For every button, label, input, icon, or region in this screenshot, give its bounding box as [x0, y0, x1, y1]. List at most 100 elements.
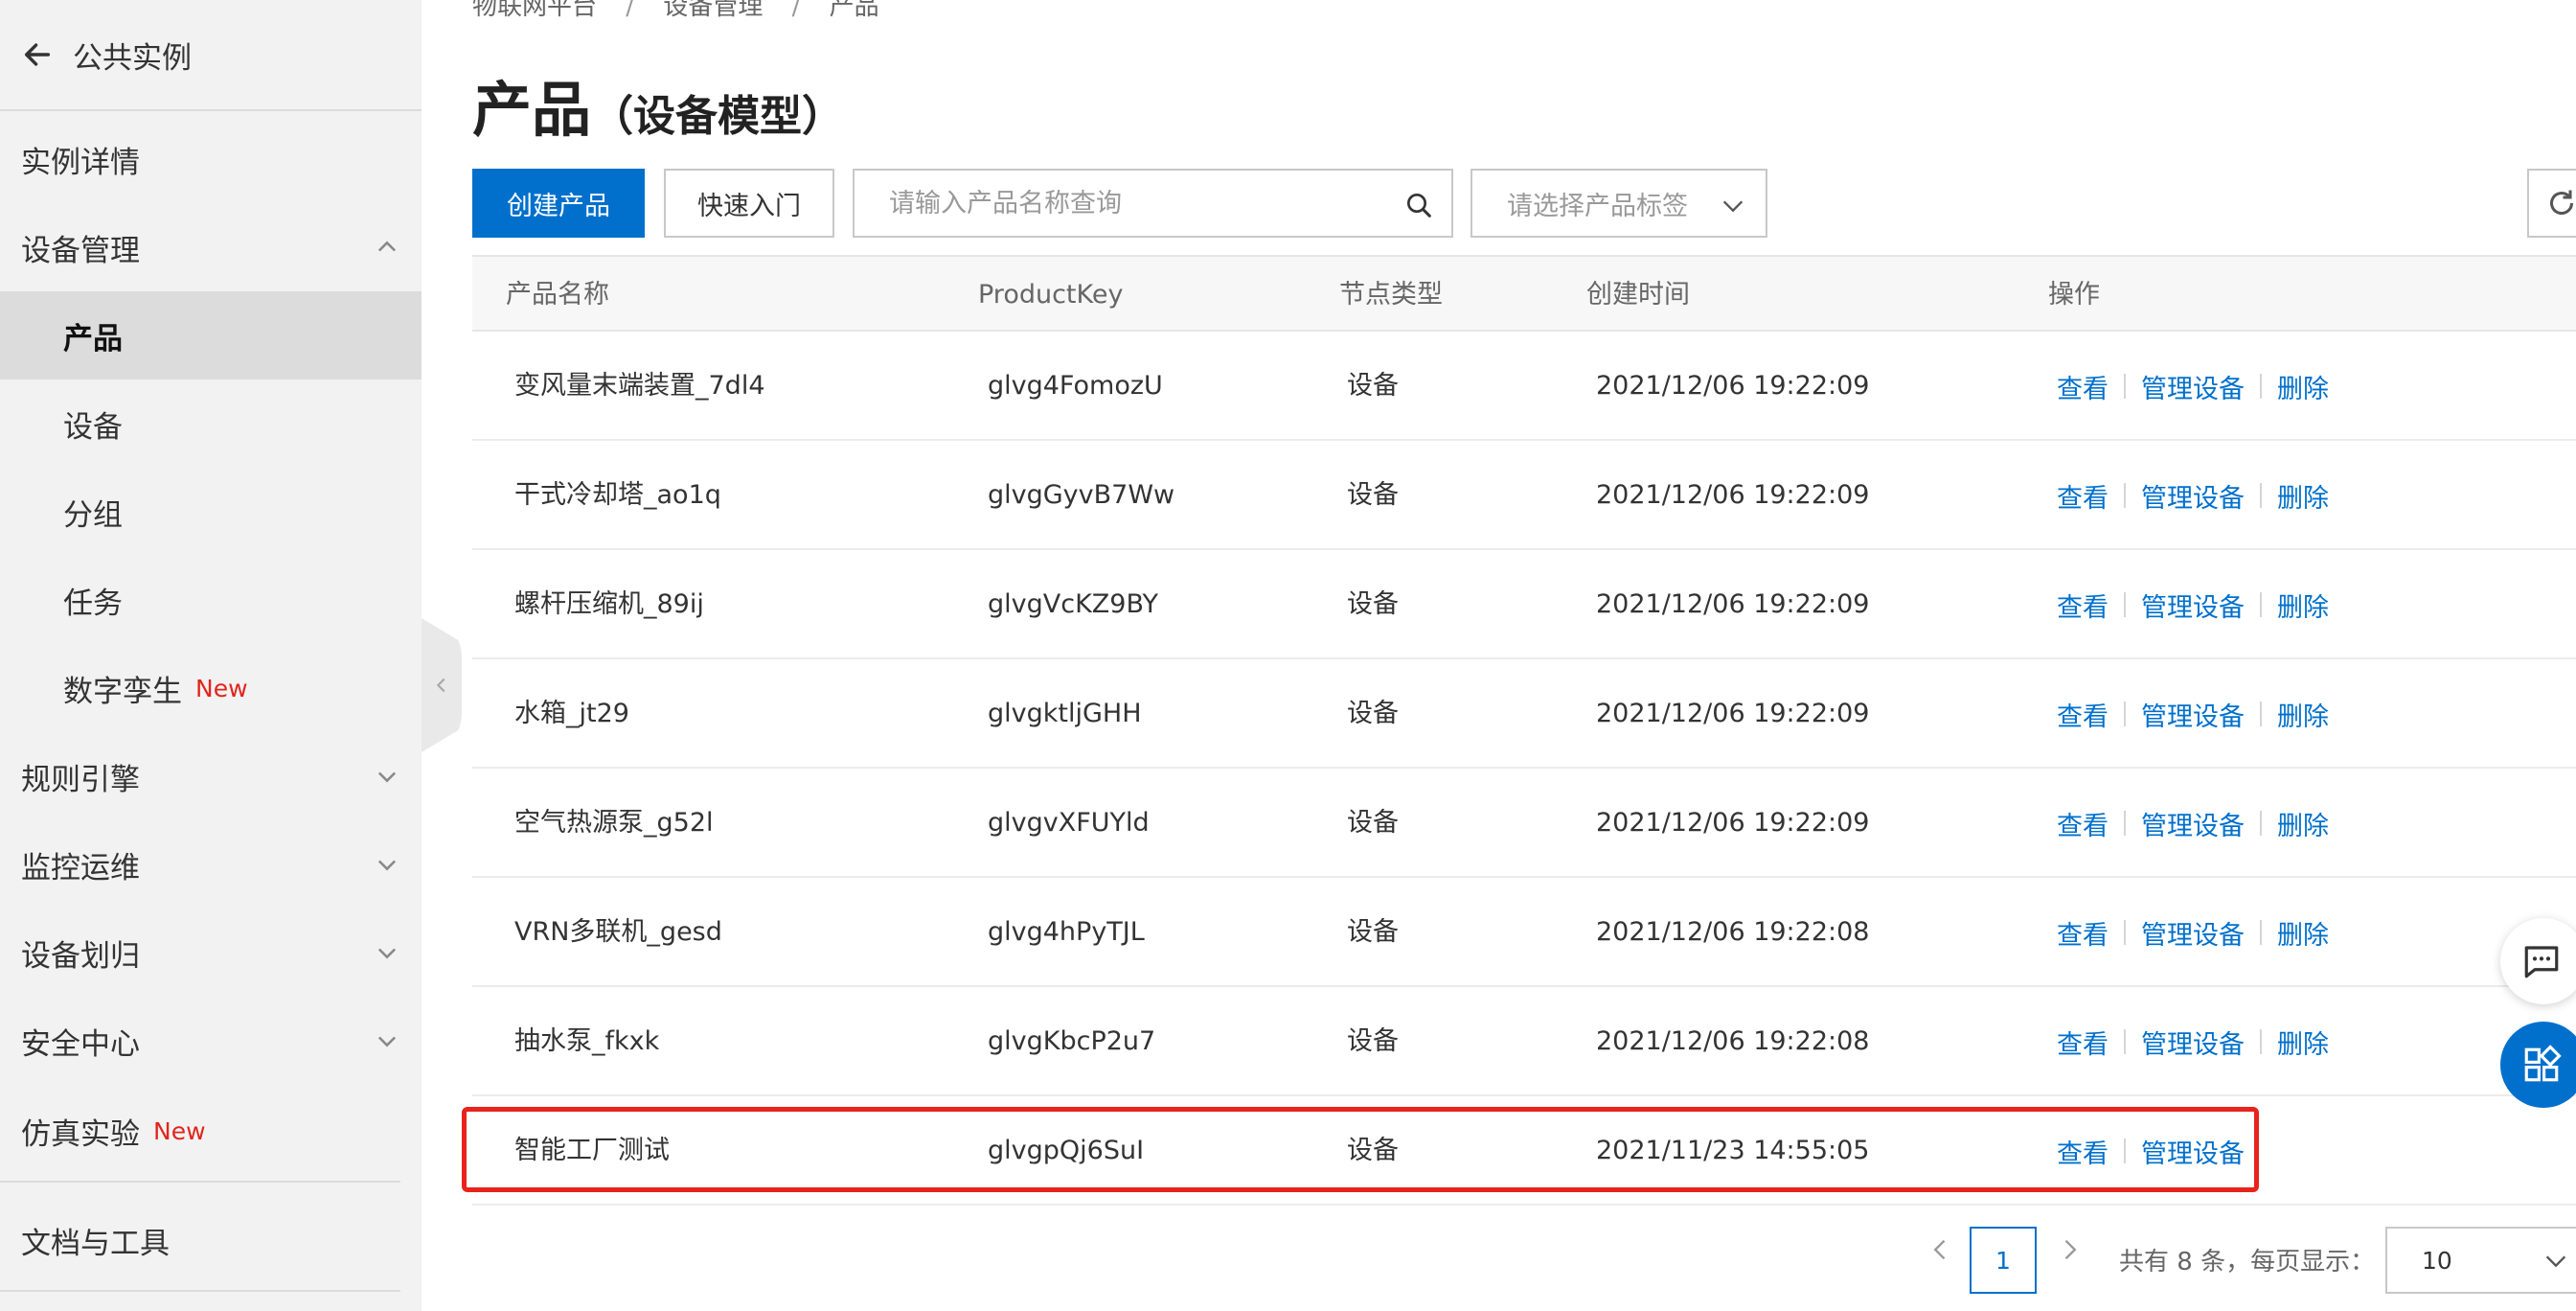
product-key: glvgktljGHH — [988, 699, 1142, 728]
product-name: 智能工厂测试 — [514, 1136, 670, 1165]
back-to-public-instance[interactable]: 公共实例 — [0, 0, 422, 111]
view-link[interactable]: 查看 — [2057, 696, 2109, 733]
chevron-down-icon — [377, 1036, 397, 1047]
sidebar-item-digital-twin[interactable]: 数字孪生 New — [0, 644, 422, 732]
delete-link[interactable]: 删除 — [2277, 477, 2329, 515]
column-header-created-time: 创建时间 — [1586, 280, 1690, 310]
delete-link[interactable]: 删除 — [2277, 586, 2329, 624]
sidebar-item-label: 实例详情 — [21, 145, 140, 180]
manage-devices-link[interactable]: 管理设备 — [2141, 477, 2245, 515]
sidebar-item-label: 设备管理 — [21, 233, 140, 268]
table-row: 空气热源泵_g52l glvgvXFUYld 设备 2021/12/06 19:… — [472, 769, 2576, 878]
sidebar-item-label: 分组 — [63, 497, 123, 533]
delete-link[interactable]: 删除 — [2277, 1024, 2329, 1061]
table-row: 智能工厂测试 glvgpQj6SuI 设备 2021/11/23 14:55:0… — [472, 1096, 2576, 1206]
view-link[interactable]: 查看 — [2057, 1133, 2109, 1170]
sidebar-item-instance-details[interactable]: 实例详情 — [0, 115, 422, 203]
table-row: 水箱_jt29 glvgktljGHH 设备 2021/12/06 19:22:… — [472, 659, 2576, 769]
product-name: VRN多联机_gesd — [514, 917, 722, 947]
quick-start-button[interactable]: 快速入门 — [664, 169, 834, 238]
created-time: 2021/12/06 19:22:09 — [1596, 371, 1870, 401]
manage-devices-link[interactable]: 管理设备 — [2141, 1133, 2245, 1170]
delete-link[interactable]: 删除 — [2277, 368, 2329, 405]
manage-devices-link[interactable]: 管理设备 — [2141, 914, 2245, 952]
new-badge: New — [153, 1116, 206, 1145]
product-tag-select[interactable]: 请选择产品标签 — [1470, 169, 1767, 238]
search-icon[interactable] — [1403, 190, 1434, 220]
action-separator — [2124, 592, 2126, 617]
view-link[interactable]: 查看 — [2057, 586, 2109, 624]
sidebar-item-docs-tools[interactable]: 文档与工具 — [0, 1196, 422, 1284]
sidebar-divider — [0, 1290, 400, 1292]
chevron-right-icon[interactable] — [2056, 1236, 2083, 1263]
sidebar-item-tasks[interactable]: 任务 — [0, 556, 422, 644]
sidebar-item-label: 安全中心 — [21, 1026, 140, 1062]
product-search-box — [853, 169, 1453, 238]
chevron-down-icon — [1722, 200, 1744, 213]
created-time: 2021/12/06 19:22:09 — [1596, 589, 1870, 619]
view-link[interactable]: 查看 — [2057, 1024, 2109, 1061]
sidebar-item-monitoring[interactable]: 监控运维 — [0, 820, 422, 908]
sidebar-item-label: 数字孪生 — [63, 674, 182, 709]
page-number-current[interactable]: 1 — [1970, 1227, 2037, 1294]
manage-devices-link[interactable]: 管理设备 — [2141, 805, 2245, 842]
manage-devices-link[interactable]: 管理设备 — [2141, 696, 2245, 733]
pagination-total: 共有 8 条，每页显示： — [2119, 1248, 2376, 1276]
product-name: 抽水泵_fkxk — [514, 1026, 660, 1056]
row-actions: 查看 管理设备 删除 — [2057, 769, 2329, 878]
manage-devices-link[interactable]: 管理设备 — [2141, 368, 2245, 405]
chevron-left-icon[interactable] — [1927, 1236, 1954, 1263]
sidebar-item-label: 规则引擎 — [21, 762, 140, 797]
create-product-button[interactable]: 创建产品 — [472, 169, 645, 238]
row-actions: 查看 管理设备 删除 — [2057, 987, 2329, 1096]
action-separator — [2260, 702, 2262, 726]
page-size-select[interactable]: 10 — [2385, 1227, 2576, 1294]
new-badge: New — [195, 674, 248, 702]
sidebar-item-security-center[interactable]: 安全中心 — [0, 997, 422, 1085]
view-link[interactable]: 查看 — [2057, 805, 2109, 842]
breadcrumb-separator: / — [626, 0, 635, 21]
delete-link[interactable]: 删除 — [2277, 914, 2329, 952]
row-actions: 查看 管理设备 删除 — [2057, 441, 2329, 550]
sidebar-item-products[interactable]: 产品 — [0, 291, 422, 380]
column-header-node-type: 节点类型 — [1339, 280, 1443, 310]
product-key: glvgpQj6SuI — [988, 1136, 1145, 1165]
sidebar-item-devices[interactable]: 设备 — [0, 380, 422, 468]
product-key: glvgKbcP2u7 — [988, 1026, 1156, 1056]
page-title-main: 产品 — [472, 75, 592, 145]
delete-link[interactable]: 删除 — [2277, 805, 2329, 842]
action-separator — [2260, 592, 2262, 617]
sidebar: 公共实例 实例详情 设备管理 产品 设备 分组 任务 数字孪生 New 规则引擎… — [0, 0, 422, 1311]
action-separator — [2260, 811, 2262, 836]
breadcrumb-item-device-management[interactable]: 设备管理 — [663, 0, 763, 21]
action-separator — [2260, 920, 2262, 945]
sidebar-item-simulation[interactable]: 仿真实验 New — [0, 1087, 422, 1175]
view-link[interactable]: 查看 — [2057, 477, 2109, 515]
sidebar-item-label: 监控运维 — [21, 850, 140, 886]
sidebar-item-device-management[interactable]: 设备管理 — [0, 203, 422, 291]
action-separator — [2124, 483, 2126, 508]
refresh-button[interactable] — [2527, 169, 2576, 238]
row-actions: 查看 管理设备 删除 — [2057, 332, 2329, 441]
node-type: 设备 — [1347, 371, 1399, 401]
sidebar-item-rule-engine[interactable]: 规则引擎 — [0, 732, 422, 820]
product-search-input[interactable] — [889, 188, 1387, 218]
node-type: 设备 — [1347, 589, 1399, 619]
view-link[interactable]: 查看 — [2057, 368, 2109, 405]
manage-devices-link[interactable]: 管理设备 — [2141, 1024, 2245, 1061]
sidebar-item-label: 仿真实验 — [21, 1116, 140, 1152]
view-link[interactable]: 查看 — [2057, 914, 2109, 952]
product-table-header: 产品名称 ProductKey 节点类型 创建时间 操作 — [472, 255, 2576, 332]
sidebar-item-groups[interactable]: 分组 — [0, 468, 422, 556]
action-separator — [2124, 920, 2126, 945]
breadcrumb-item-products: 产品 — [829, 0, 879, 21]
back-label: 公共实例 — [73, 40, 192, 76]
breadcrumb-item-iot-platform[interactable]: 物联网平台 — [472, 0, 597, 21]
page-title: 产品（设备模型） — [472, 61, 844, 148]
delete-link[interactable]: 删除 — [2277, 696, 2329, 733]
sidebar-item-device-assignment[interactable]: 设备划归 — [0, 908, 422, 997]
manage-devices-link[interactable]: 管理设备 — [2141, 586, 2245, 624]
product-name: 干式冷却塔_ao1q — [514, 480, 721, 510]
sidebar-item-label: 任务 — [63, 586, 123, 621]
sidebar-collapse-handle[interactable] — [422, 618, 462, 752]
